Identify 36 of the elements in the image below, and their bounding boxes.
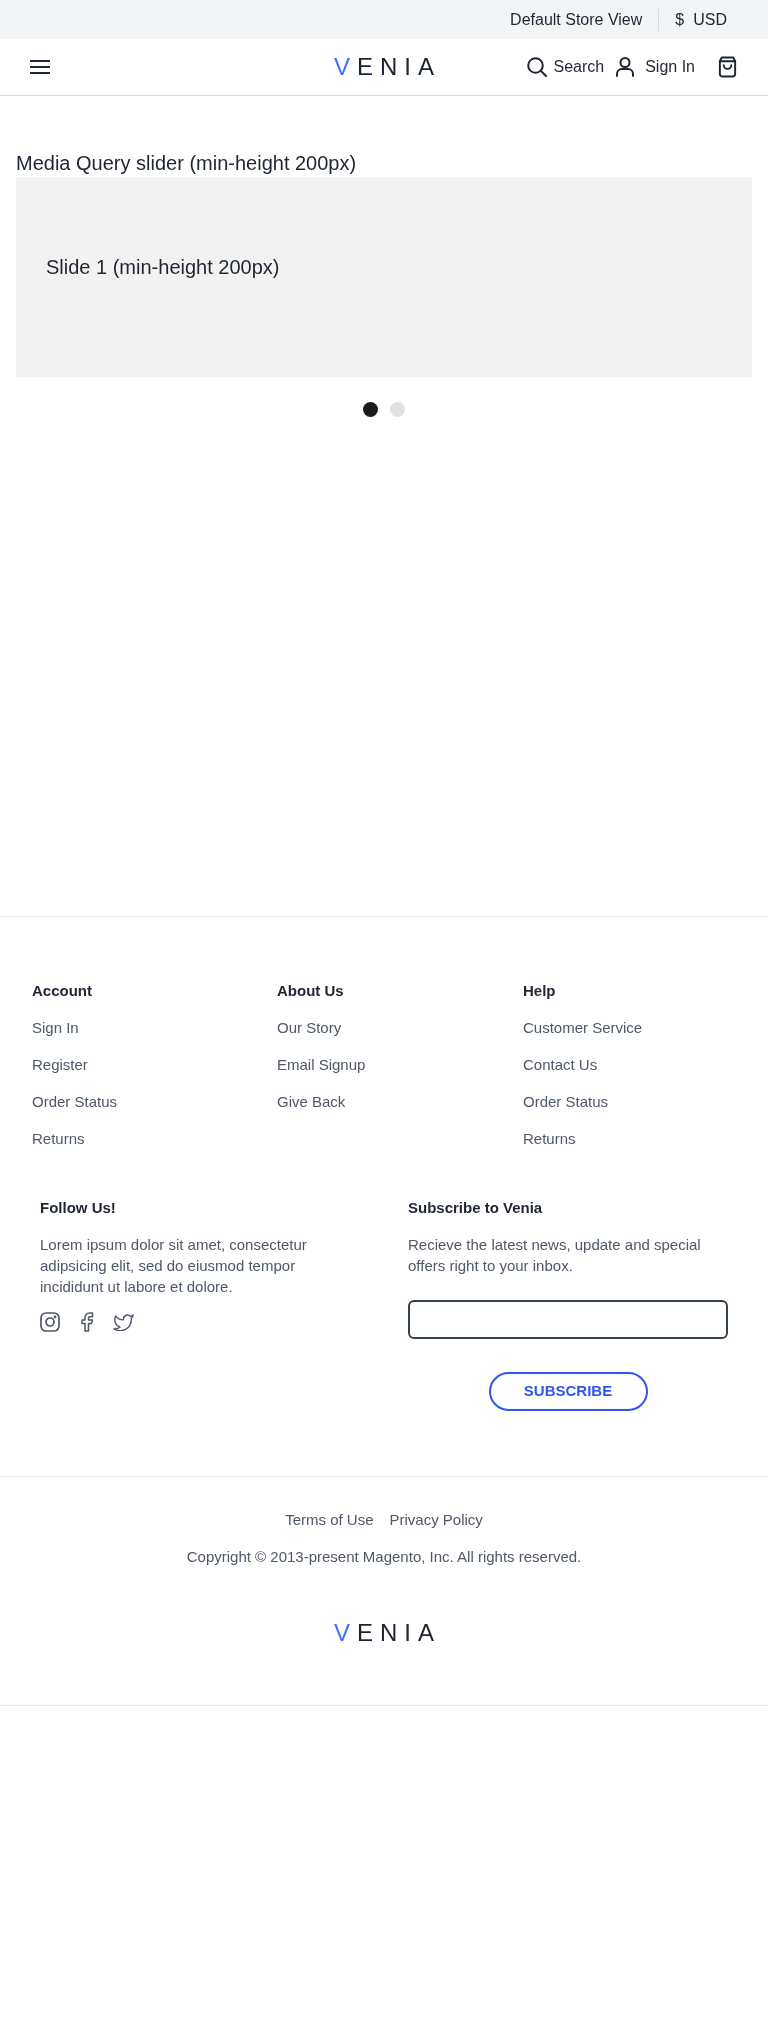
search-button[interactable]: Search [527,57,605,77]
footer-link[interactable]: Give Back [277,1092,346,1112]
footer-link[interactable]: Our Story [277,1018,342,1038]
menu-icon[interactable] [30,60,50,74]
footer-heading: About Us [277,981,344,1001]
legal-link[interactable]: Terms of Use [285,1510,374,1530]
user-icon [616,57,635,77]
follow-heading: Follow Us! [40,1198,116,1218]
footer-link[interactable]: Register [32,1055,88,1075]
footer-link[interactable]: Returns [32,1129,85,1149]
currency-button[interactable]: $ USD [675,9,727,30]
email-input[interactable] [408,1300,728,1339]
footer-heading: Help [523,981,556,1001]
store-view-button[interactable]: Default Store View [510,9,643,30]
sign-in-button[interactable]: Sign In [616,57,695,77]
subscribe-heading: Subscribe to Venia [408,1198,543,1218]
bird-icon[interactable] [113,1313,134,1331]
search-icon [527,57,548,77]
footer-link[interactable]: Customer Service [523,1018,643,1038]
legal-link[interactable]: Privacy Policy [389,1510,483,1530]
footer-heading: Account [32,981,92,1001]
footer-link[interactable]: Order Status [32,1092,118,1112]
footer-link[interactable]: Contact Us [523,1055,598,1075]
shopping-bag-icon[interactable] [717,56,738,78]
subscribe-button[interactable]: SUBSCRIBE [488,1372,648,1411]
slide-text: Slide 1 (min-height 200px) [46,255,281,279]
letter-f-icon[interactable] [80,1312,94,1332]
footer-link[interactable]: Email Signup [277,1055,366,1075]
footer-link[interactable]: Order Status [523,1092,609,1112]
camera-icon[interactable] [40,1312,60,1332]
slider-title: Media Query slider (min-height 200px) [16,151,358,175]
footer-link[interactable]: Returns [523,1129,576,1149]
footer-link[interactable]: Sign In [32,1018,79,1038]
subscribe-text: Recieve the latest news, update and special offers right to your inbox. [408,1235,702,1276]
copyright-text: Copyright © 2013-present Magento, Inc. All rights reserved. [186,1547,582,1567]
follow-text: Lorem ipsum dolor sit amet, consectetur adipsicing elit, sed do eiusmod tempor incididunt ut labore et dolore. [40,1235,308,1297]
